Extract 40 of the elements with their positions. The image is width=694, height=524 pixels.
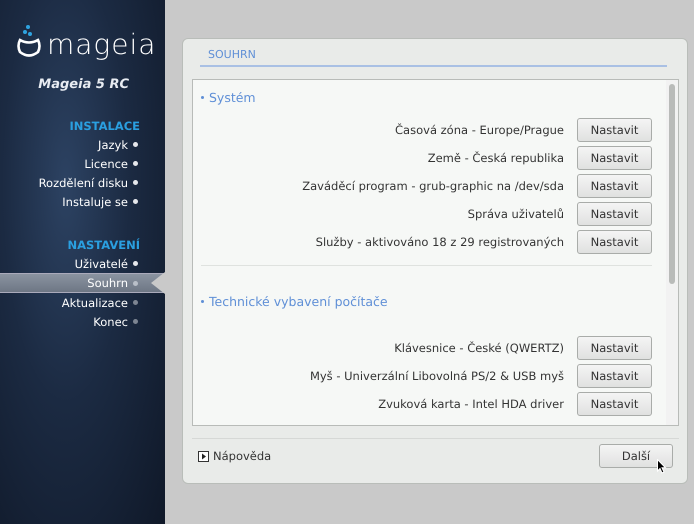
step-label: Souhrn xyxy=(87,276,128,290)
scrollbar-thumb[interactable] xyxy=(669,84,675,284)
mouse-pointer-icon xyxy=(657,459,667,475)
next-button[interactable]: Další xyxy=(599,444,673,468)
configure-button[interactable]: Nastavit xyxy=(577,230,652,254)
group-title: Systém xyxy=(209,90,256,104)
cauldron-icon xyxy=(16,24,42,60)
help-expander[interactable]: Nápověda xyxy=(198,449,272,463)
step-label: Konec xyxy=(93,314,128,328)
setting-label: Země - Česká republika xyxy=(428,151,564,165)
setting-label: Zaváděcí program - grub-graphic na /dev/sda xyxy=(302,179,564,193)
scrollbar[interactable] xyxy=(666,80,678,425)
step-label: Licence xyxy=(84,156,128,170)
setting-label: Zvuková karta - Intel HDA driver xyxy=(378,397,564,411)
step-label: Instaluje se xyxy=(62,194,128,208)
configure-button[interactable]: Nastavit xyxy=(577,336,652,360)
configure-button[interactable]: Nastavit xyxy=(577,364,652,388)
setting-label: Myš - Univerzální Libovolná PS/2 & USB myš xyxy=(310,369,564,383)
section-title: NASTAVENÍ xyxy=(67,238,140,252)
step-label: Jazyk xyxy=(98,138,128,152)
step-label: Uživatelé xyxy=(74,256,128,270)
configure-button[interactable]: Nastavit xyxy=(577,202,652,226)
setting-label: Správa uživatelů xyxy=(468,207,564,221)
expander-icon xyxy=(198,450,209,462)
setting-label: Časová zóna - Europe/Prague xyxy=(395,123,564,137)
bullet-icon xyxy=(201,300,204,302)
configure-button[interactable]: Nastavit xyxy=(577,146,652,170)
configure-button[interactable]: Nastavit xyxy=(577,118,652,142)
setting-label: Klávesnice - České (QWERTZ) xyxy=(394,341,564,355)
section-title: INSTALACE xyxy=(69,119,140,133)
product-name: Mageia 5 RC xyxy=(38,77,129,92)
configure-button[interactable]: Nastavit xyxy=(577,174,652,198)
bullet-icon xyxy=(201,96,204,98)
step-label: Aktualizace xyxy=(62,296,128,310)
setting-label: Služby - aktivováno 18 z 29 registrovaných xyxy=(316,235,564,249)
panel-title: SOUHRN xyxy=(200,45,667,67)
step-label: Rozdělení disku xyxy=(38,176,128,190)
logo-text: mageia xyxy=(47,30,156,60)
group-title: Technické vybavení počítače xyxy=(209,294,388,308)
configure-button[interactable]: Nastavit xyxy=(577,392,652,416)
